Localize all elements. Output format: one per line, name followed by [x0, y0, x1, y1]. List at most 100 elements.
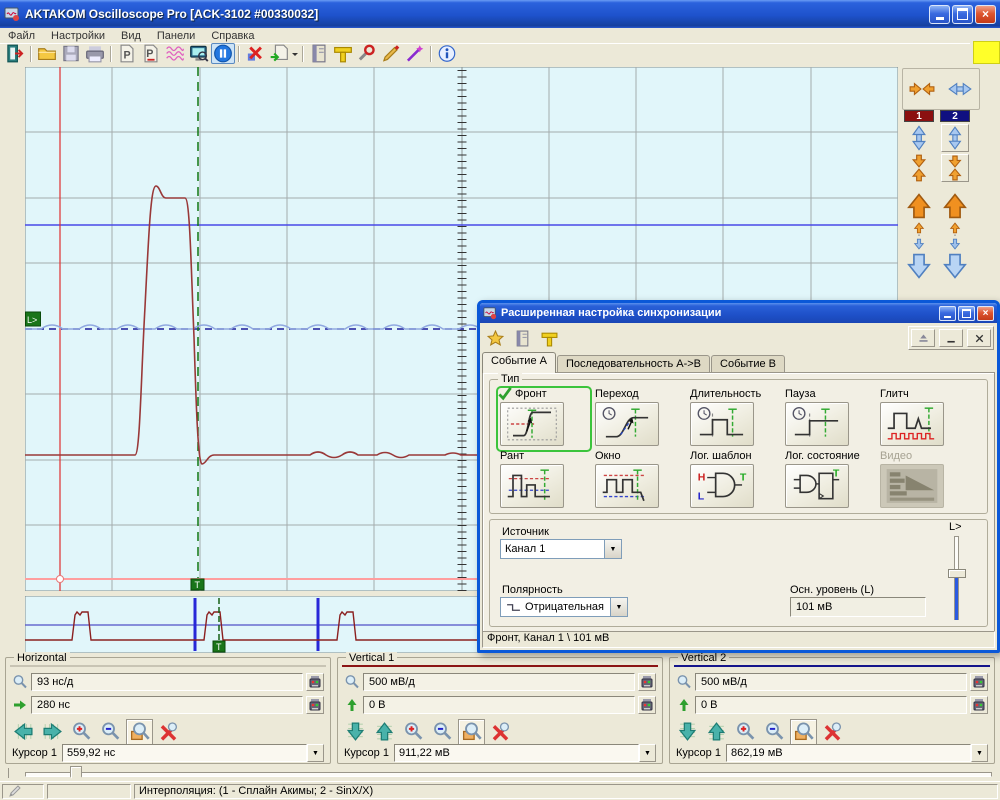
- trigger-type-pattern[interactable]: Лог. шаблон HLT: [688, 450, 780, 512]
- import-button[interactable]: [267, 43, 291, 64]
- display-search-button[interactable]: [187, 43, 211, 64]
- ch1-nudge-button[interactable]: [905, 222, 933, 250]
- ch1-expand-vertical-button[interactable]: [905, 124, 933, 152]
- pan-left-button[interactable]: [10, 719, 37, 745]
- level-slider-thumb[interactable]: [948, 569, 966, 578]
- color-indicator-tile[interactable]: [973, 41, 1000, 64]
- horizontal-scale-field[interactable]: 93 нс/д: [31, 673, 303, 691]
- dialog-maximize-button[interactable]: [958, 306, 975, 321]
- v2-zoom-window-button[interactable]: [790, 719, 817, 745]
- horizontal-offset-field[interactable]: 280 нс: [31, 696, 303, 714]
- compress-horizontal-button[interactable]: [909, 78, 935, 100]
- dialog-minimize-button[interactable]: [939, 306, 956, 321]
- minimize-button[interactable]: [929, 5, 950, 24]
- paint-button[interactable]: [379, 43, 403, 64]
- horizontal-offset-knob-button[interactable]: [306, 696, 324, 714]
- expand-horizontal-button[interactable]: [947, 78, 973, 100]
- trigger-type-pause[interactable]: Пауза: [783, 388, 875, 450]
- trackbar[interactable]: [25, 772, 992, 777]
- vertical2-scale-field[interactable]: 500 мВ/д: [695, 673, 967, 691]
- favorites-button[interactable]: [483, 327, 508, 350]
- delete-marker-button[interactable]: [243, 43, 267, 64]
- dialog-close-button[interactable]: ×: [977, 306, 994, 321]
- v1-zoom-reset-button[interactable]: [487, 719, 514, 745]
- vertical1-offset-field[interactable]: 0 В: [363, 696, 635, 714]
- ch2-move-up-button[interactable]: [941, 192, 969, 220]
- ch1-move-up-button[interactable]: [905, 192, 933, 220]
- tab-event-a[interactable]: Событие A: [482, 352, 556, 373]
- menu-file[interactable]: Файл: [0, 30, 43, 42]
- close-button[interactable]: ×: [975, 5, 996, 24]
- v1-cursor-dropdown[interactable]: ▼: [639, 744, 656, 762]
- info-button[interactable]: [435, 43, 459, 64]
- print-button[interactable]: [83, 43, 107, 64]
- v1-cursor-value-field[interactable]: 911,22 мВ: [394, 744, 639, 762]
- v1-zoom-out-button[interactable]: [429, 719, 456, 745]
- menu-help[interactable]: Справка: [203, 30, 262, 42]
- v2-pan-up-button[interactable]: [703, 719, 730, 745]
- v2-cursor-dropdown[interactable]: ▼: [971, 744, 988, 762]
- maximize-button[interactable]: [952, 5, 973, 24]
- vertical1-offset-knob-button[interactable]: [638, 696, 656, 714]
- trigger-type-transition[interactable]: Переход: [593, 388, 685, 450]
- v1-pan-up-button[interactable]: [371, 719, 398, 745]
- menu-view[interactable]: Вид: [113, 30, 149, 42]
- ch2-expand-vertical-button[interactable]: [941, 124, 969, 152]
- pause-button[interactable]: [211, 43, 235, 64]
- calibrate-button[interactable]: [355, 43, 379, 64]
- menu-settings[interactable]: Настройки: [43, 30, 113, 42]
- h-zoom-window-button[interactable]: [126, 719, 153, 745]
- vertical1-scale-field[interactable]: 500 мВ/д: [363, 673, 635, 691]
- v2-zoom-reset-button[interactable]: [819, 719, 846, 745]
- horizontal-scale-knob-button[interactable]: [306, 673, 324, 691]
- ch2-compress-vertical-button[interactable]: [941, 154, 969, 182]
- h-cursor-dropdown[interactable]: ▼: [307, 744, 324, 762]
- trigger-type-duration[interactable]: Длительность: [688, 388, 780, 450]
- vertical2-scale-knob-button[interactable]: [970, 673, 988, 691]
- chevron-down-icon[interactable]: ▼: [604, 540, 621, 558]
- v2-cursor-value-field[interactable]: 862,19 мВ: [726, 744, 971, 762]
- h-zoom-reset-button[interactable]: [155, 719, 182, 745]
- exit-button[interactable]: [3, 43, 27, 64]
- v2-zoom-out-button[interactable]: [761, 719, 788, 745]
- pan-right-button[interactable]: [39, 719, 66, 745]
- vertical2-offset-knob-button[interactable]: [970, 696, 988, 714]
- source-select[interactable]: Канал 1 ▼: [500, 539, 622, 559]
- trigger-type-front[interactable]: Фронт: [498, 388, 590, 450]
- dialog-titlebar[interactable]: Расширенная настройка синхронизации ×: [480, 303, 997, 323]
- polarity-select[interactable]: Отрицательная ▼: [500, 597, 628, 617]
- t-ruler-button[interactable]: [331, 43, 355, 64]
- notebook-button[interactable]: [510, 327, 535, 350]
- ch1-move-down-button[interactable]: [905, 252, 933, 280]
- copy-page-alt-button[interactable]: P: [139, 43, 163, 64]
- ch2-move-down-button[interactable]: [941, 252, 969, 280]
- vertical2-offset-field[interactable]: 0 В: [695, 696, 967, 714]
- tab-event-b[interactable]: Событие B: [711, 355, 785, 373]
- v1-zoom-in-button[interactable]: [400, 719, 427, 745]
- h-zoom-in-button[interactable]: [68, 719, 95, 745]
- trigger-type-glitch[interactable]: Глитч: [878, 388, 970, 450]
- v2-zoom-in-button[interactable]: [732, 719, 759, 745]
- v1-zoom-window-button[interactable]: [458, 719, 485, 745]
- panel-minimize-button[interactable]: [939, 329, 963, 347]
- h-zoom-out-button[interactable]: [97, 719, 124, 745]
- panel-export-button[interactable]: [911, 329, 935, 347]
- panel-notebook-button[interactable]: [307, 43, 331, 64]
- save-button[interactable]: [59, 43, 83, 64]
- waveforms-button[interactable]: [163, 43, 187, 64]
- chevron-down-icon[interactable]: ▼: [610, 598, 627, 616]
- menu-panels[interactable]: Панели: [149, 30, 203, 42]
- base-level-field[interactable]: 101 мВ: [790, 597, 926, 617]
- ruler-button[interactable]: [537, 327, 562, 350]
- h-cursor-value-field[interactable]: 559,92 нс: [62, 744, 307, 762]
- copy-page-button[interactable]: P: [115, 43, 139, 64]
- wizard-button[interactable]: [403, 43, 427, 64]
- trigger-type-state[interactable]: Лог. состояние T: [783, 450, 875, 512]
- v1-pan-down-button[interactable]: [342, 719, 369, 745]
- open-folder-button[interactable]: [35, 43, 59, 64]
- import-dropdown-caret[interactable]: [291, 46, 299, 62]
- trigger-type-runt[interactable]: Рант: [498, 450, 590, 512]
- trigger-type-window[interactable]: Окно: [593, 450, 685, 512]
- v2-pan-down-button[interactable]: [674, 719, 701, 745]
- vertical1-scale-knob-button[interactable]: [638, 673, 656, 691]
